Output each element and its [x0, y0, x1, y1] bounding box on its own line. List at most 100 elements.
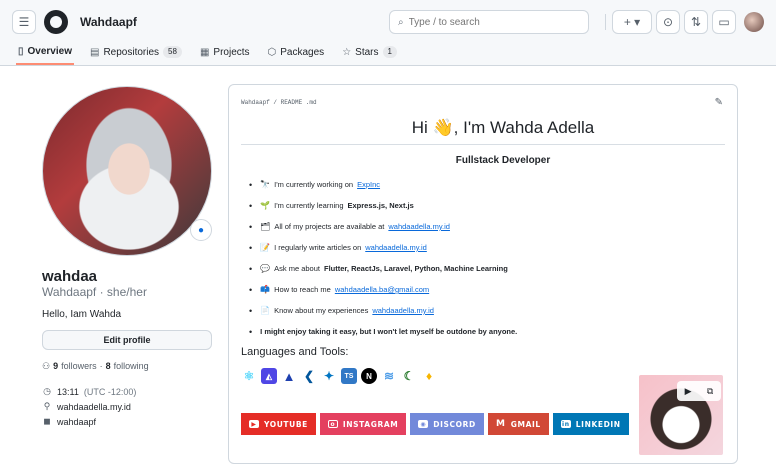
user-avatar-menu[interactable] [744, 12, 764, 32]
star-icon: ☆ [342, 46, 352, 58]
tab-packages[interactable]: ⬡ Packages [266, 43, 327, 65]
discord-badge[interactable]: ◉ DISCORD [410, 413, 484, 435]
telescope-icon: 🔭 [260, 180, 271, 189]
nextjs-icon[interactable]: N [361, 368, 377, 384]
youtube-icon: ▶ [249, 420, 259, 428]
profile-login: Wahdaapf · she/her [42, 285, 147, 299]
profile-name: wahdaa [42, 268, 98, 285]
create-new-button[interactable]: + ▾ [612, 10, 652, 34]
linkedin-badge[interactable]: in LINKEDIN [552, 413, 629, 435]
seedling-icon: 🌱 [260, 201, 271, 210]
dart-icon[interactable]: ✦ [321, 368, 337, 384]
edit-profile-button[interactable]: Edit profile [42, 330, 212, 350]
mui-icon[interactable]: ≋ [381, 368, 397, 384]
projects-link[interactable]: wahdaadella.my.id [388, 222, 450, 231]
followers-count[interactable]: 9 [53, 361, 58, 372]
profile-nav: ▯ Overview ▤ Repositories 58 ▦ Projects … [0, 44, 776, 66]
table-icon: ▦ [199, 46, 210, 58]
readme-title: Hi 👋, I'm Wahda Adella [241, 118, 725, 145]
languages-heading: Languages and Tools: [241, 346, 349, 358]
list-item: 🌱 I'm currently learning Express.js, Nex… [241, 195, 725, 216]
following-count[interactable]: 8 [106, 361, 111, 372]
status-emoji-button[interactable]: ● [190, 219, 212, 241]
readme-subtitle: Fullstack Developer [455, 155, 551, 166]
play-icon[interactable]: ▶ [685, 386, 692, 397]
profile-readme: Wahdaapf / README .md ✎ Hi 👋, I'm Wahda … [228, 84, 738, 464]
search-box[interactable]: ⌕ [389, 10, 589, 34]
expinc-link[interactable]: ExpInc [357, 180, 380, 189]
list-item: 💬 Ask me about Flutter, ReactJs, Laravel… [241, 258, 725, 279]
issues-button[interactable]: ⊙ [656, 10, 680, 34]
experiences-link[interactable]: wahdaadella.my.id [372, 306, 434, 315]
profile-sidebar: ● wahdaa Wahdaapf · she/her Hello, Iam W… [42, 86, 214, 427]
list-item: 📫 How to reach me wahdaadella.ba@gmail.c… [241, 279, 725, 300]
discord-icon: ◉ [418, 420, 429, 428]
repo-icon: ▤ [90, 46, 100, 58]
gmail-icon: M [496, 419, 506, 429]
open-external-icon[interactable]: ⧉ [707, 386, 713, 397]
profile-bio: Hello, Iam Wahda [42, 309, 122, 320]
list-item: 🔭 I'm currently working on ExpInc [241, 174, 725, 195]
email-link[interactable]: wahdaadella.ba@gmail.com [335, 285, 429, 294]
pull-request-icon: ⇅ [690, 15, 702, 29]
thumbs-up-icon: ● [197, 224, 205, 236]
list-item: I might enjoy taking it easy, but I won'… [241, 321, 725, 342]
social-account-icon: ◼ [43, 416, 51, 426]
ant-design-icon[interactable]: ▲ [281, 368, 297, 384]
youtube-badge[interactable]: ▶ YOUTUBE [241, 413, 316, 435]
inbox-button[interactable]: ▭ [712, 10, 736, 34]
document-icon: 📄 [260, 306, 271, 315]
flutter-icon[interactable]: ❮ [301, 368, 317, 384]
mailbox-icon: 📫 [260, 285, 271, 294]
inbox-icon: ▭ [718, 15, 730, 29]
readme-list: 🔭 I'm currently working on ExpInc 🌱 I'm … [241, 174, 725, 342]
plus-icon: + ▾ [623, 15, 641, 29]
hamburger-menu-button[interactable]: ☰ [12, 10, 36, 34]
header-username[interactable]: Wahdaapf [80, 15, 137, 29]
cartoon-animation[interactable]: ▶ ⧉ [639, 375, 723, 455]
projects-icon: 🗂 [260, 222, 271, 231]
clock-icon: ◷ [43, 386, 51, 396]
pull-requests-button[interactable]: ⇅ [684, 10, 708, 34]
memo-icon: 📝 [260, 243, 271, 252]
search-icon: ⌕ [398, 16, 404, 28]
repositories-count: 58 [163, 46, 182, 58]
list-item: 📄 Know about my experiences wahdaadella.… [241, 300, 725, 321]
instagram-badge[interactable]: o INSTAGRAM [319, 413, 407, 435]
tab-projects[interactable]: ▦ Projects [198, 43, 252, 65]
firebase-icon[interactable]: ♦ [421, 368, 437, 384]
book-icon: ▯ [18, 45, 24, 57]
tab-stars[interactable]: ☆ Stars 1 [340, 43, 399, 65]
search-input[interactable] [408, 16, 559, 28]
gmail-badge[interactable]: M GMAIL [487, 413, 549, 435]
edit-readme-pencil-icon[interactable]: ✎ [715, 97, 723, 108]
link-icon: ⚲ [43, 401, 51, 411]
follow-stats: ⚇ 9 followers · 8 following [42, 361, 149, 372]
website-link[interactable]: ⚲ wahdaadella.my.id [42, 401, 214, 412]
instagram-icon: o [327, 420, 338, 428]
hamburger-icon: ☰ [18, 15, 30, 29]
moon-icon[interactable]: ☾ [401, 368, 417, 384]
articles-link[interactable]: wahdaadella.my.id [365, 243, 427, 252]
tab-overview[interactable]: ▯ Overview [16, 43, 74, 65]
profile-details: ◷ 13:11 (UTC -12:00) ⚲ wahdaadella.my.id… [42, 386, 214, 427]
readme-breadcrumb[interactable]: Wahdaapf / README .md [241, 99, 725, 106]
typescript-icon[interactable]: TS [341, 368, 357, 384]
header-actions: + ▾ ⊙ ⇅ ▭ [603, 10, 764, 34]
appwrite-icon[interactable]: ◭ [261, 368, 277, 384]
animation-controls[interactable]: ▶ ⧉ [677, 381, 721, 401]
top-header: ☰ Wahdaapf ⌕ + ▾ ⊙ ⇅ ▭ [0, 0, 776, 44]
list-item: 📝 I regularly write articles on wahdaade… [241, 237, 725, 258]
issue-icon: ⊙ [662, 15, 674, 29]
react-icon[interactable]: ⚛ [241, 368, 257, 384]
profile-avatar[interactable] [42, 86, 212, 256]
tab-repositories[interactable]: ▤ Repositories 58 [88, 43, 184, 65]
github-logo-icon[interactable] [44, 10, 68, 34]
linkedin-icon: in [560, 420, 571, 428]
package-icon: ⬡ [267, 46, 277, 58]
stars-count: 1 [382, 46, 397, 58]
list-item: 🗂 All of my projects are available at wa… [241, 216, 725, 237]
social-link[interactable]: ◼ wahdaapf [42, 416, 214, 427]
local-time: ◷ 13:11 (UTC -12:00) [43, 386, 137, 397]
people-icon: ⚇ [42, 361, 51, 371]
